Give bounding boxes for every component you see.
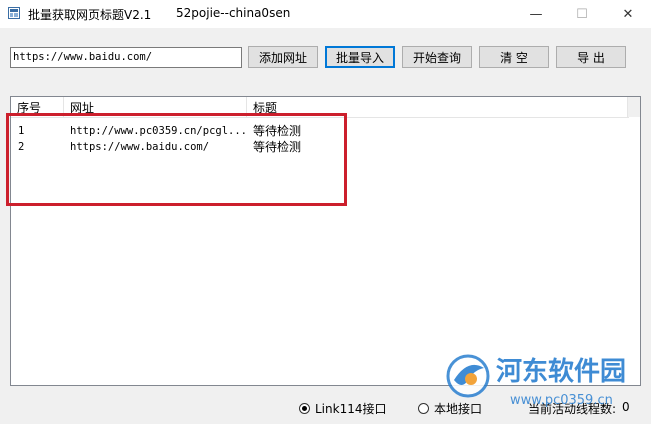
svg-text:www.pc0359.cn: www.pc0359.cn (510, 393, 613, 408)
export-button[interactable]: 导 出 (556, 46, 626, 68)
window-subtitle: 52pojie--china0sen (176, 6, 291, 20)
results-listview[interactable]: 序号 网址 标题 1 http://www.pc0359.cn/pcgl... … (10, 96, 641, 386)
row-index: 2 (18, 141, 25, 153)
start-query-button[interactable]: 开始查询 (402, 46, 472, 68)
maximize-button[interactable]: ☐ (559, 0, 605, 28)
minimize-icon: — (529, 6, 543, 22)
table-row[interactable]: 1 http://www.pc0359.cn/pcgl... 等待检测 (11, 123, 629, 139)
column-header-title[interactable]: 标题 (247, 97, 447, 117)
radio-link114[interactable]: Link114接口 (299, 400, 386, 417)
row-title: 等待检测 (253, 124, 302, 138)
radio-unchecked-icon (418, 403, 429, 414)
table-row[interactable]: 2 https://www.baidu.com/ 等待检测 (11, 139, 629, 155)
close-icon: ✕ (622, 6, 634, 22)
app-icon (8, 7, 20, 19)
listview-header: 序号 网址 标题 (11, 97, 629, 118)
batch-import-button[interactable]: 批量导入 (325, 46, 395, 68)
radio-checked-icon (299, 403, 310, 414)
row-url: https://www.baidu.com/ (70, 141, 210, 153)
watermark-logo: 河东软件园 www.pc0359.cn (446, 354, 626, 408)
radio-link114-label: Link114接口 (315, 402, 387, 416)
scrollbar-corner (627, 97, 640, 117)
add-url-button[interactable]: 添加网址 (248, 46, 318, 68)
minimize-button[interactable]: — (513, 0, 559, 28)
row-index: 1 (18, 125, 25, 137)
close-button[interactable]: ✕ (605, 0, 651, 28)
url-input[interactable] (10, 47, 242, 68)
title-bar: 批量获取网页标题V2.1 52pojie--china0sen — ☐ ✕ (0, 0, 651, 28)
window-title: 批量获取网页标题V2.1 (28, 8, 152, 22)
clear-button[interactable]: 清 空 (479, 46, 549, 68)
svg-text:河东软件园: 河东软件园 (496, 356, 626, 387)
row-url: http://www.pc0359.cn/pcgl... (70, 125, 248, 137)
row-title: 等待检测 (253, 140, 302, 154)
column-header-index[interactable]: 序号 (11, 97, 64, 117)
column-header-url[interactable]: 网址 (64, 97, 247, 117)
maximize-icon: ☐ (576, 6, 588, 22)
